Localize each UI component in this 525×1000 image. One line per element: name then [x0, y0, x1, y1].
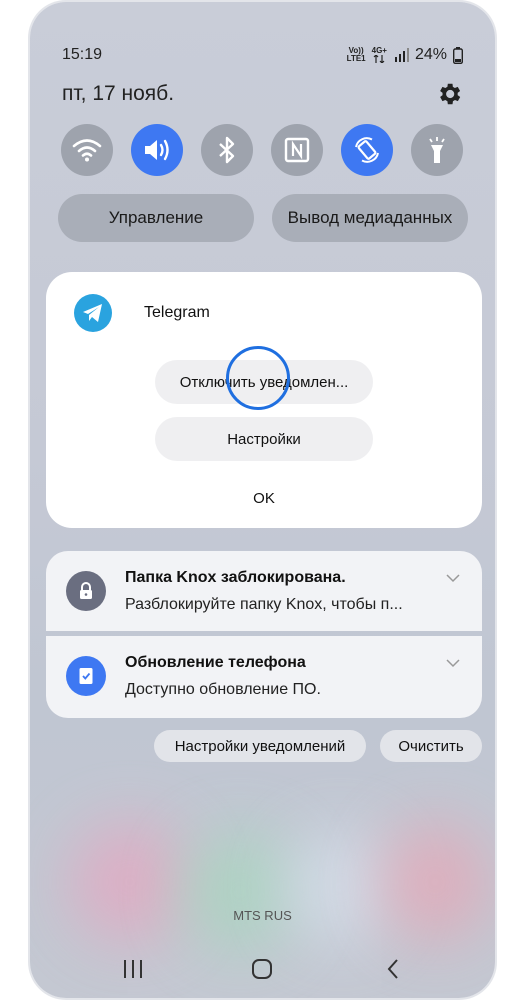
tap-indicator-circle [226, 346, 290, 410]
flashlight-icon [429, 137, 445, 163]
notification-text: Разблокируйте папку Knox, чтобы п... [125, 596, 403, 613]
back-icon[interactable] [380, 957, 408, 981]
dialog-settings-button[interactable]: Настройки [155, 417, 373, 461]
bluetooth-tile[interactable] [201, 124, 253, 176]
knox-icon-wrap [66, 571, 106, 611]
date-label: пт, 17 нояб. [62, 82, 175, 105]
lock-icon [80, 582, 92, 599]
sound-tile[interactable] [131, 124, 183, 176]
phone-screen: 15:19 Vo)) LTE1 4G+ 24% пт, 17 нояб. Упр… [30, 2, 495, 998]
chevron-down-icon[interactable] [446, 573, 460, 583]
status-time: 15:19 [62, 46, 103, 63]
wifi-icon [72, 139, 102, 162]
battery-percent: 24% [414, 46, 447, 63]
network-indicator: 4G+ [372, 47, 387, 63]
update-icon-wrap [66, 656, 106, 696]
media-output-button[interactable]: Вывод медиаданных [272, 194, 468, 242]
bluetooth-icon [219, 136, 235, 164]
settings-gear-icon[interactable] [435, 80, 463, 108]
wallpaper-blob [380, 822, 490, 942]
clear-button[interactable]: Очистить [380, 730, 482, 762]
wallpaper-blob [180, 832, 300, 952]
wallpaper-blob [285, 832, 395, 942]
sound-icon [145, 139, 169, 161]
control-button[interactable]: Управление [58, 194, 254, 242]
flashlight-tile[interactable] [411, 124, 463, 176]
notification-card[interactable]: Папка Knox заблокирована. Разблокируйте … [46, 551, 482, 631]
network-type-label: 4G+ [371, 46, 387, 55]
volte-indicator: Vo)) LTE1 [347, 47, 366, 63]
notification-card[interactable]: Обновление телефона Доступно обновление … [46, 636, 482, 718]
ok-button[interactable]: OK [46, 490, 482, 507]
quick-settings-row [61, 124, 463, 176]
status-icons: Vo)) LTE1 4G+ 24% [347, 46, 463, 64]
notification-title: Папка Knox заблокирована. [125, 569, 346, 586]
data-arrows-icon [373, 55, 385, 63]
phone-update-icon [79, 668, 93, 684]
chevron-down-icon[interactable] [446, 658, 460, 668]
nfc-tile[interactable] [271, 124, 323, 176]
battery-icon [453, 46, 463, 64]
telegram-plane-icon [83, 304, 102, 322]
notification-text: Доступно обновление ПО. [125, 681, 321, 698]
autorotate-tile[interactable] [341, 124, 393, 176]
recent-apps-icon[interactable] [119, 957, 147, 981]
wallpaper-blob [70, 822, 190, 942]
home-icon[interactable] [248, 957, 276, 981]
notification-title: Обновление телефона [125, 654, 306, 671]
nfc-icon [284, 137, 310, 163]
status-bar: 15:19 Vo)) LTE1 4G+ 24% [62, 46, 463, 68]
carrier-label: MTS RUS [233, 908, 292, 923]
wifi-tile[interactable] [61, 124, 113, 176]
autorotate-icon [355, 137, 379, 163]
dialog-app-name: Telegram [144, 304, 210, 321]
signal-icon [394, 48, 409, 62]
telegram-app-icon [74, 294, 112, 332]
notification-settings-button[interactable]: Настройки уведомлений [154, 730, 366, 762]
lte-label: LTE1 [346, 54, 366, 63]
